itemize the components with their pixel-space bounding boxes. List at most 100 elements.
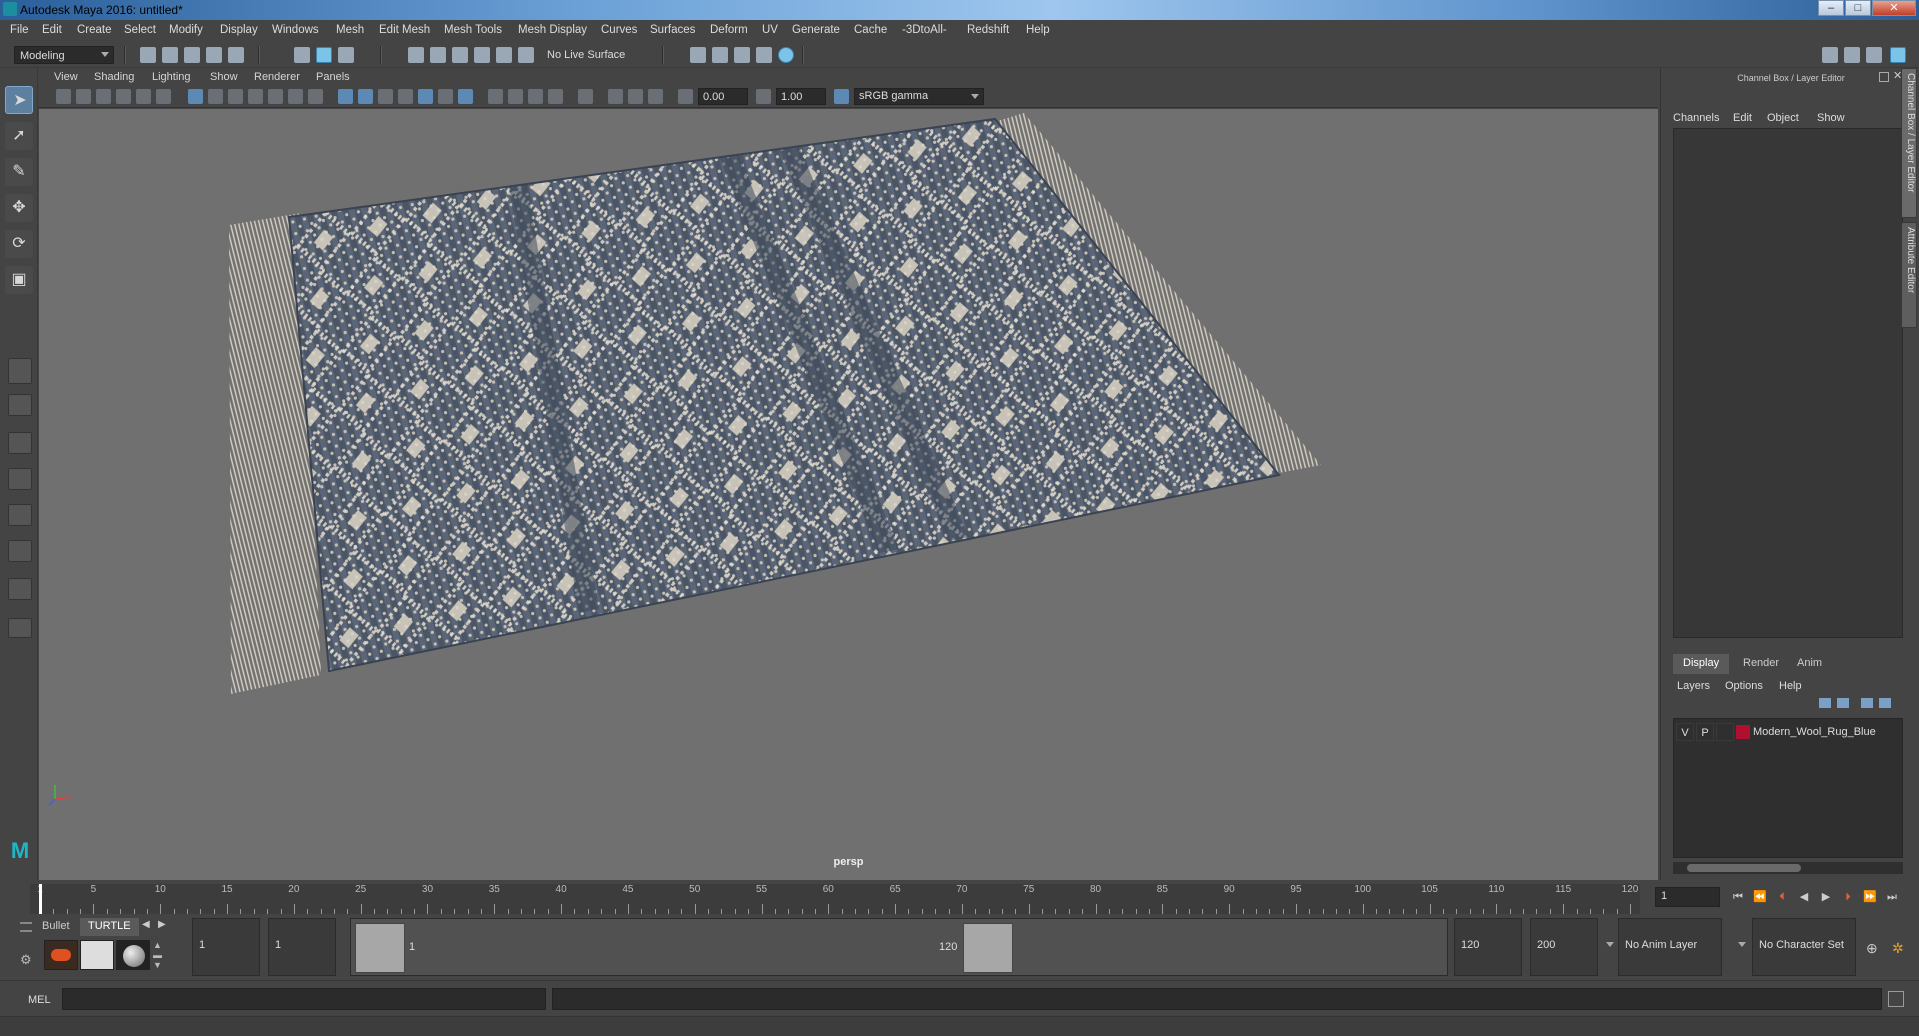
viewport-menu-shading[interactable]: Shading bbox=[94, 71, 134, 83]
animation-end-field[interactable]: 200 bbox=[1530, 918, 1598, 976]
viewport-menu-panels[interactable]: Panels bbox=[316, 71, 350, 83]
menu-select[interactable]: Select bbox=[124, 24, 156, 36]
grease-pencil-icon[interactable] bbox=[156, 89, 171, 104]
menu-modify[interactable]: Modify bbox=[169, 24, 203, 36]
menu-3dtoall[interactable]: -3DtoAll- bbox=[902, 24, 947, 36]
character-set-dropdown[interactable]: No Character Set bbox=[1752, 918, 1856, 976]
select-tool[interactable]: ➤ bbox=[5, 86, 33, 114]
lasso-tool[interactable]: ➚ bbox=[5, 122, 33, 150]
new-layer-from-selection-icon[interactable] bbox=[1879, 698, 1891, 708]
menu-redshift[interactable]: Redshift bbox=[967, 24, 1009, 36]
menu-curves[interactable]: Curves bbox=[601, 24, 637, 36]
layer-tab-anim[interactable]: Anim bbox=[1787, 654, 1832, 674]
viewport-menu-lighting[interactable]: Lighting bbox=[152, 71, 191, 83]
hypershade-icon[interactable] bbox=[778, 47, 794, 63]
ipr-render-icon[interactable] bbox=[734, 47, 750, 63]
paint-select-tool[interactable]: ✎ bbox=[5, 158, 33, 186]
xray-joints-icon[interactable] bbox=[628, 89, 643, 104]
command-language-label[interactable]: MEL bbox=[28, 994, 51, 1006]
float-panel-icon[interactable] bbox=[1879, 72, 1889, 82]
layer-display-type-toggle[interactable] bbox=[1716, 723, 1734, 741]
range-start-handle[interactable] bbox=[355, 923, 405, 973]
xray-components-icon[interactable] bbox=[648, 89, 663, 104]
time-slider-track[interactable]: 1510152025303540455055606570758085909510… bbox=[30, 884, 1640, 914]
open-scene-icon[interactable] bbox=[162, 47, 178, 63]
playback-end-field[interactable]: 120 bbox=[1454, 918, 1522, 976]
layer-row[interactable]: V P Modern_Wool_Rug_Blue bbox=[1676, 723, 1902, 741]
rotate-tool[interactable]: ⟳ bbox=[5, 230, 33, 258]
close-button[interactable]: ✕ bbox=[1872, 0, 1916, 16]
image-plane-icon[interactable] bbox=[116, 89, 131, 104]
rug-model[interactable] bbox=[39, 109, 1658, 880]
persp-outliner-layout-icon[interactable] bbox=[8, 432, 32, 454]
go-to-start-icon[interactable]: ⏮ bbox=[1730, 890, 1746, 904]
shelf-scroll-right-icon[interactable]: ▶ bbox=[158, 919, 166, 930]
snap-to-point-icon[interactable] bbox=[452, 47, 468, 63]
menu-help[interactable]: Help bbox=[1026, 24, 1050, 36]
playback-start-field[interactable]: 1 bbox=[268, 918, 336, 976]
grid-icon[interactable] bbox=[188, 89, 203, 104]
two-d-pan-zoom-icon[interactable] bbox=[136, 89, 151, 104]
snap-to-view-plane-icon[interactable] bbox=[474, 47, 490, 63]
channels-menu-object[interactable]: Object bbox=[1767, 112, 1799, 124]
exposure-icon[interactable] bbox=[678, 89, 693, 104]
layer-tab-render[interactable]: Render bbox=[1733, 654, 1789, 674]
redo-icon[interactable] bbox=[228, 47, 244, 63]
auto-key-icon[interactable]: ⊕ bbox=[1866, 940, 1878, 957]
move-tool[interactable]: ✥ bbox=[5, 194, 33, 222]
range-end-handle[interactable] bbox=[963, 923, 1013, 973]
modeling-toolkit-icon[interactable] bbox=[1822, 47, 1838, 63]
shelf-tab-turtle[interactable]: TURTLE bbox=[80, 918, 139, 936]
new-scene-icon[interactable] bbox=[140, 47, 156, 63]
play-backwards-icon[interactable]: ◀ bbox=[1796, 890, 1812, 904]
step-forward-key-icon[interactable]: ⏵ bbox=[1840, 890, 1856, 904]
live-surface-field[interactable]: No Live Surface bbox=[542, 46, 640, 64]
outliner-layout-icon[interactable] bbox=[8, 540, 32, 562]
snap-to-curve-icon[interactable] bbox=[430, 47, 446, 63]
layer-name[interactable]: Modern_Wool_Rug_Blue bbox=[1753, 723, 1903, 741]
tool-settings-toggle-icon[interactable] bbox=[1866, 47, 1882, 63]
hypershade-layout-icon[interactable] bbox=[8, 504, 32, 526]
new-empty-layer-icon[interactable] bbox=[1861, 698, 1873, 708]
layers-menu-options[interactable]: Options bbox=[1725, 680, 1763, 692]
layers-menu-layers[interactable]: Layers bbox=[1677, 680, 1710, 692]
gate-mask-icon[interactable] bbox=[248, 89, 263, 104]
play-forwards-icon[interactable]: ▶ bbox=[1818, 890, 1834, 904]
layer-color-swatch[interactable] bbox=[1736, 725, 1750, 739]
snap-to-vertex-icon[interactable] bbox=[518, 47, 534, 63]
color-management-icon[interactable] bbox=[834, 89, 849, 104]
wireframe-on-shaded-icon[interactable] bbox=[398, 89, 413, 104]
move-layer-up-icon[interactable] bbox=[1819, 698, 1831, 708]
custom-layout-icon[interactable] bbox=[8, 618, 32, 638]
menu-mesh-tools[interactable]: Mesh Tools bbox=[444, 24, 502, 36]
screen-space-ao-icon[interactable] bbox=[488, 89, 503, 104]
menu-uv[interactable]: UV bbox=[762, 24, 778, 36]
anim-layer-chevron-icon[interactable] bbox=[1738, 942, 1746, 947]
scrollbar-thumb[interactable] bbox=[1687, 864, 1801, 872]
turtle-render-icon[interactable] bbox=[44, 940, 78, 970]
layer-list-scrollbar[interactable] bbox=[1673, 862, 1903, 874]
depth-of-field-icon[interactable] bbox=[548, 89, 563, 104]
snap-to-grid-icon[interactable] bbox=[408, 47, 424, 63]
shelf-scroll-left-icon[interactable]: ◀ bbox=[142, 919, 150, 930]
menu-surfaces[interactable]: Surfaces bbox=[650, 24, 695, 36]
anim-layer-dropdown[interactable]: No Anim Layer bbox=[1618, 918, 1722, 976]
menu-mesh[interactable]: Mesh bbox=[336, 24, 364, 36]
move-layer-down-icon[interactable] bbox=[1837, 698, 1849, 708]
render-frame-icon[interactable] bbox=[712, 47, 728, 63]
channels-menu-show[interactable]: Show bbox=[1817, 112, 1845, 124]
viewport-menu-view[interactable]: View bbox=[54, 71, 78, 83]
channel-box-toggle-icon[interactable] bbox=[1890, 47, 1906, 63]
menu-create[interactable]: Create bbox=[77, 24, 112, 36]
bookmark-icon[interactable] bbox=[96, 89, 111, 104]
camera-attributes-icon[interactable] bbox=[76, 89, 91, 104]
use-default-material-icon[interactable] bbox=[378, 89, 393, 104]
layer-tab-display[interactable]: Display bbox=[1673, 654, 1730, 674]
current-time-indicator[interactable] bbox=[39, 884, 42, 914]
layer-playback-toggle[interactable]: P bbox=[1696, 723, 1714, 741]
save-scene-icon[interactable] bbox=[184, 47, 200, 63]
single-perspective-layout-icon[interactable] bbox=[8, 358, 32, 384]
step-back-key-icon[interactable]: ⏴ bbox=[1774, 890, 1790, 904]
select-by-hierarchy-icon[interactable] bbox=[294, 47, 310, 63]
maximize-button[interactable]: □ bbox=[1845, 0, 1871, 16]
